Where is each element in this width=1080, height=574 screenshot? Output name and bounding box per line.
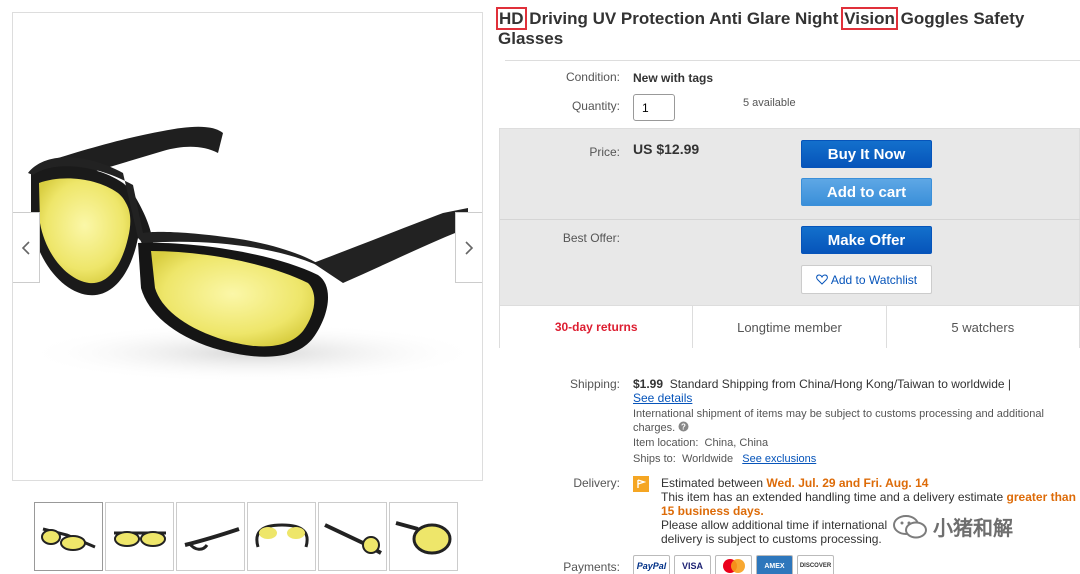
chevron-right-icon — [465, 240, 474, 255]
see-details-link[interactable]: See details — [633, 391, 692, 405]
delivery-allow-note: Please allow additional time if internat… — [661, 518, 888, 546]
thumbnail-1[interactable] — [34, 502, 103, 571]
payment-methods: PayPal VISA AMEX DISCOVER — [633, 555, 834, 574]
price-value: US $12.99 — [633, 141, 700, 157]
buy-it-now-button[interactable]: Buy It Now — [801, 140, 932, 168]
member-stat: Longtime member — [693, 306, 887, 348]
item-location-label: Item location: — [633, 437, 699, 449]
item-location: Item location: China, China — [633, 437, 768, 449]
thumbnail-image — [113, 530, 166, 547]
quantity-input[interactable] — [633, 94, 675, 121]
flag-icon — [633, 476, 649, 492]
question-icon[interactable]: ? — [678, 421, 689, 432]
delivery-estimate: Estimated between Wed. Jul. 29 and Fri. … — [661, 476, 1076, 490]
item-location-value: China, China — [704, 437, 769, 449]
delivery-prefix: Estimated between — [661, 476, 764, 490]
thumbnail-2[interactable] — [105, 502, 174, 571]
thumbnail-image — [254, 522, 309, 547]
shipping-label: Shipping: — [569, 377, 620, 391]
ships-to: Ships to: Worldwide See exclusions — [633, 453, 816, 465]
amex-logo: AMEX — [756, 555, 793, 574]
shipping-method: Standard Shipping from China/Hong Kong/T… — [669, 377, 1012, 391]
watermark: 小猪和解 — [893, 512, 1013, 541]
title-text: Driving UV Protection Anti Glare Night — [524, 9, 844, 28]
add-to-watchlist-button[interactable]: Add to Watchlist — [801, 265, 932, 294]
paypal-logo: PayPal — [633, 555, 670, 574]
add-to-cart-button[interactable]: Add to cart — [801, 178, 932, 206]
thumbnail-image — [40, 527, 96, 551]
product-title: HD Driving UV Protection Anti Glare Nigh… — [496, 7, 1068, 49]
thumbnail-5[interactable] — [318, 502, 387, 571]
title-divider — [505, 60, 1080, 61]
title-highlight-hd: HD — [496, 7, 527, 30]
delivery-dates: Wed. Jul. 29 and Fri. Aug. 14 — [766, 476, 929, 490]
watermark-text: 小猪和解 — [933, 518, 1013, 540]
returns-stat: 30-day returns — [500, 306, 694, 348]
quantity-available: 5 available — [743, 97, 796, 109]
thumbnail-image — [394, 520, 451, 554]
handling-note: This item has an extended handling time … — [661, 490, 1004, 504]
next-image-button[interactable] — [455, 212, 482, 283]
wechat-icon — [893, 514, 927, 538]
title-highlight-vision: Vision — [841, 7, 898, 30]
discover-logo: DISCOVER — [797, 555, 834, 574]
customs-note-text: International shipment of items may be s… — [633, 408, 1044, 434]
ships-to-label: Ships to: — [633, 453, 676, 465]
mastercard-logo — [715, 555, 752, 574]
visa-logo: VISA — [674, 555, 711, 574]
buy-box-divider — [500, 219, 1080, 220]
condition-label: Condition: — [565, 70, 620, 84]
condition-value: New with tags — [633, 71, 714, 85]
best-offer-label: Best Offer: — [562, 231, 620, 245]
delivery-label: Delivery: — [573, 476, 620, 490]
payments-label: Payments: — [563, 560, 620, 574]
price-label: Price: — [589, 145, 620, 159]
svg-text:?: ? — [681, 423, 686, 432]
see-exclusions-link[interactable]: See exclusions — [742, 453, 816, 465]
seller-stats: 30-day returns Longtime member 5 watcher… — [500, 305, 1079, 348]
quantity-label: Quantity: — [571, 99, 620, 113]
chevron-left-icon — [21, 240, 30, 255]
heart-icon — [816, 274, 828, 285]
prev-image-button[interactable] — [13, 212, 40, 283]
delivery-handling: This item has an extended handling time … — [661, 490, 1076, 518]
thumbnail-image — [184, 526, 240, 551]
shipping-cost: $1.99 — [633, 377, 664, 391]
customs-note: International shipment of items may be s… — [633, 407, 1063, 435]
thumbnail-6[interactable] — [389, 502, 458, 571]
ships-to-value: Worldwide — [681, 453, 734, 465]
make-offer-button[interactable]: Make Offer — [801, 226, 932, 254]
shipping-details: $1.99 Standard Shipping from China/Hong … — [633, 377, 1063, 405]
watchers-stat: 5 watchers — [951, 319, 1015, 335]
watchlist-label: Add to Watchlist — [830, 272, 918, 287]
glasses-image — [23, 126, 482, 383]
thumbnail-image — [323, 522, 382, 555]
main-product-image[interactable] — [12, 12, 483, 481]
thumbnail-strip — [34, 502, 458, 571]
thumbnail-4[interactable] — [247, 502, 316, 571]
thumbnail-3[interactable] — [176, 502, 245, 571]
mastercard-icon — [722, 559, 745, 573]
